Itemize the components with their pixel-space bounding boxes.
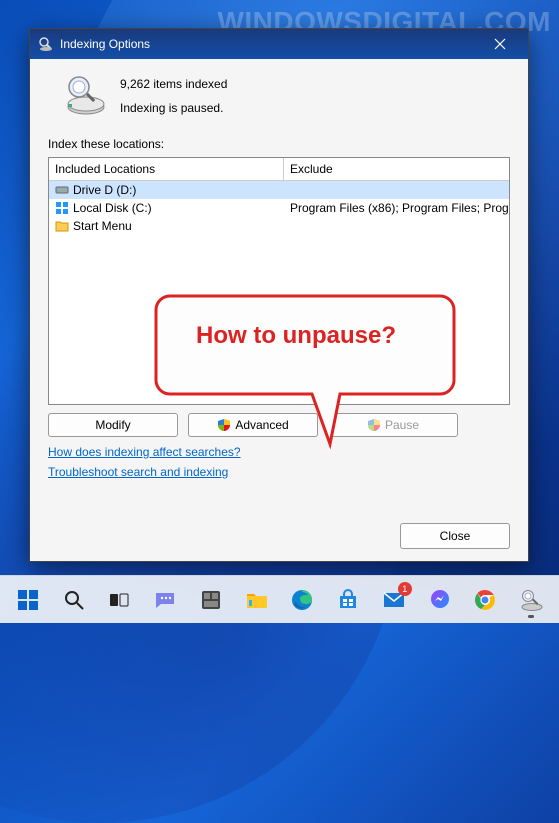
column-header-exclude[interactable]: Exclude: [284, 158, 509, 181]
search-button[interactable]: [54, 580, 94, 620]
taskbar: 1: [0, 575, 559, 623]
mail-button[interactable]: 1: [374, 580, 414, 620]
mail-badge: 1: [398, 582, 412, 596]
row-exclude: [284, 181, 509, 199]
titlebar[interactable]: Indexing Options: [30, 29, 528, 59]
indexing-options-dialog: Indexing Options 9,262 items indexed Ind…: [29, 28, 529, 562]
drive-icon: [55, 183, 69, 197]
modify-button[interactable]: Modify: [48, 413, 178, 437]
folder-icon: [245, 588, 269, 612]
items-indexed-count: 9,262 items indexed: [120, 75, 227, 93]
pause-button: Pause: [328, 413, 458, 437]
task-view-icon: [108, 589, 130, 611]
start-button[interactable]: [8, 580, 48, 620]
indexing-affect-link[interactable]: How does indexing affect searches?: [48, 445, 241, 459]
widgets-icon: [200, 589, 222, 611]
shield-icon: [367, 418, 381, 432]
edge-icon: [290, 588, 314, 612]
row-label: Start Menu: [73, 219, 132, 233]
advanced-label: Advanced: [235, 418, 288, 432]
locations-section-label: Index these locations:: [48, 137, 510, 151]
windows-drive-icon: [55, 201, 69, 215]
store-button[interactable]: [328, 580, 368, 620]
store-icon: [337, 589, 359, 611]
column-header-included[interactable]: Included Locations: [49, 158, 284, 181]
dialog-title: Indexing Options: [60, 37, 480, 51]
widgets-button[interactable]: [191, 580, 231, 620]
indexing-icon: [519, 588, 543, 612]
shield-icon: [217, 418, 231, 432]
chrome-icon: [473, 588, 497, 612]
advanced-button[interactable]: Advanced: [188, 413, 318, 437]
pause-label: Pause: [385, 418, 419, 432]
folder-icon: [55, 219, 69, 233]
magnifier-drive-icon: [62, 73, 106, 117]
edge-button[interactable]: [283, 580, 323, 620]
indexing-icon: [38, 36, 54, 52]
row-label: Local Disk (C:): [73, 201, 152, 215]
row-label: Drive D (D:): [73, 183, 136, 197]
row-exclude: [284, 217, 509, 235]
teams-button[interactable]: [145, 580, 185, 620]
search-icon: [63, 589, 85, 611]
close-button[interactable]: Close: [400, 523, 510, 549]
file-explorer-button[interactable]: [237, 580, 277, 620]
task-view-button[interactable]: [100, 580, 140, 620]
troubleshoot-link[interactable]: Troubleshoot search and indexing: [48, 465, 228, 479]
messenger-icon: [428, 588, 452, 612]
locations-grid: Included Locations Exclude Drive D (D:) …: [48, 157, 510, 405]
windows-start-icon: [16, 588, 40, 612]
chrome-button[interactable]: [466, 580, 506, 620]
window-close-button[interactable]: [480, 29, 520, 59]
indexing-options-taskbar-button[interactable]: [511, 580, 551, 620]
close-icon: [494, 38, 506, 50]
indexing-status-text: Indexing is paused.: [120, 99, 227, 117]
chat-icon: [153, 588, 177, 612]
row-exclude: Program Files (x86); Program Files; Prog…: [284, 199, 509, 217]
messenger-button[interactable]: [420, 580, 460, 620]
